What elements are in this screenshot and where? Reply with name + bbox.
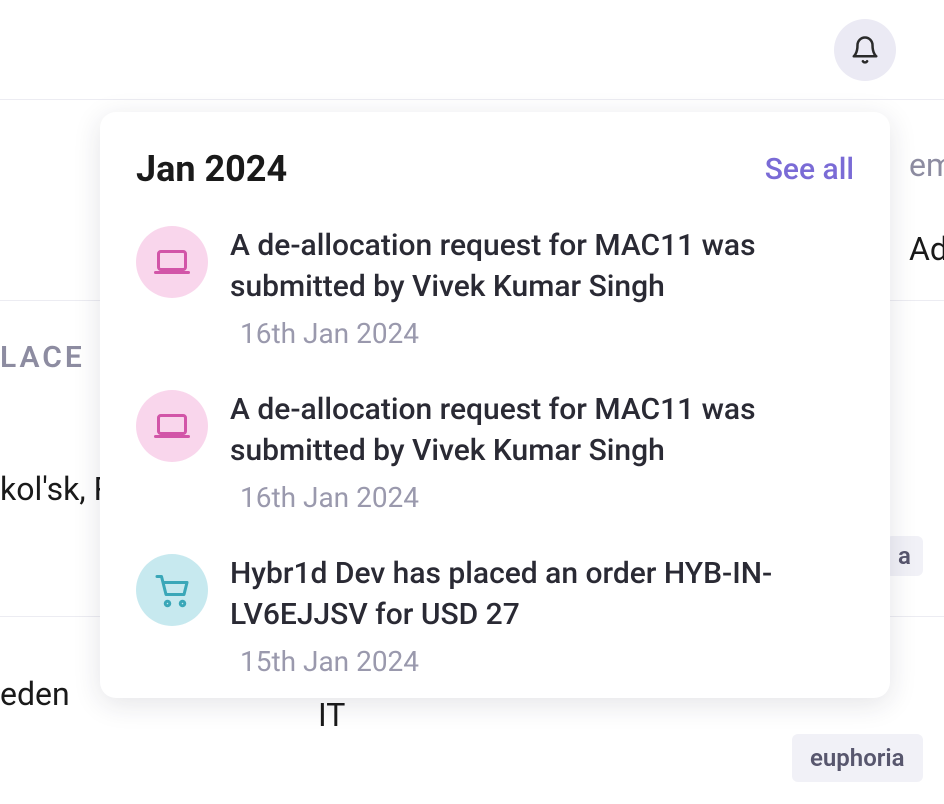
- bell-icon: [850, 35, 880, 65]
- notification-body: A de-allocation request for MAC11 was su…: [230, 226, 854, 350]
- bg-text-right: Ad: [909, 230, 944, 268]
- notification-item[interactable]: A de-allocation request for MAC11 was su…: [136, 226, 854, 350]
- notification-body: A de-allocation request for MAC11 was su…: [230, 390, 854, 514]
- cart-icon: [136, 554, 208, 626]
- notification-item[interactable]: Hybr1d Dev has placed an order HYB-IN-LV…: [136, 554, 854, 678]
- bg-label-place: LACE: [0, 340, 85, 375]
- notification-text: Hybr1d Dev has placed an order HYB-IN-LV…: [230, 554, 854, 635]
- notification-text: A de-allocation request for MAC11 was su…: [230, 390, 854, 471]
- tag-euphoria[interactable]: euphoria: [792, 734, 923, 782]
- top-header: [0, 0, 944, 100]
- bg-it-text: IT: [318, 696, 345, 734]
- notification-date: 16th Jan 2024: [240, 481, 854, 514]
- notification-date: 15th Jan 2024: [240, 645, 854, 678]
- notifications-bell-button[interactable]: [834, 19, 896, 81]
- notification-text: A de-allocation request for MAC11 was su…: [230, 226, 854, 307]
- tag-partial-a: a: [886, 536, 923, 576]
- see-all-link[interactable]: See all: [765, 152, 854, 187]
- notification-item[interactable]: A de-allocation request for MAC11 was su…: [136, 390, 854, 514]
- laptop-icon: [136, 226, 208, 298]
- panel-title: Jan 2024: [136, 148, 287, 190]
- bg-text-muted: em: [909, 146, 944, 184]
- laptop-icon: [136, 390, 208, 462]
- notification-body: Hybr1d Dev has placed an order HYB-IN-LV…: [230, 554, 854, 678]
- notification-date: 16th Jan 2024: [240, 317, 854, 350]
- bg-eden-text: eden: [0, 675, 70, 713]
- panel-header: Jan 2024 See all: [136, 148, 854, 190]
- notifications-panel: Jan 2024 See all A de-allocation request…: [100, 112, 890, 698]
